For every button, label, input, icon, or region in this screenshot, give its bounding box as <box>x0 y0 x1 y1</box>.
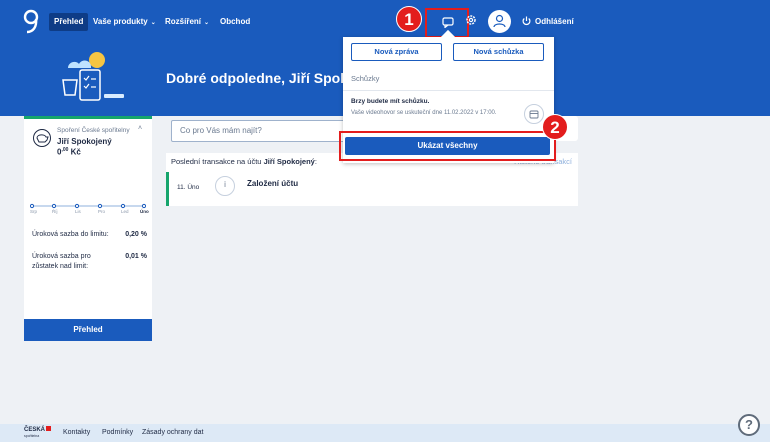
greeting-heading: Dobré odpoledne, Jiří Spokojený! <box>166 70 344 86</box>
account-card[interactable]: Spoření České spořitelny Jiří Spokojený … <box>24 116 152 341</box>
new-message-button[interactable]: Nová zpráva <box>351 43 442 61</box>
footer: ČESKÁ spořitelna Kontakty Podmínky Zásad… <box>0 424 770 442</box>
nav-item-label: Obchod <box>220 17 251 26</box>
rate-value: 0,01 % <box>125 253 147 260</box>
month-label: Pro <box>98 209 106 214</box>
balance-cents: ,00 <box>61 147 69 153</box>
month-label: Říj <box>52 209 58 214</box>
nav-item-produkty[interactable]: Vaše produkty ⌄ <box>88 13 161 31</box>
info-icon: i <box>215 176 235 196</box>
balance-currency: Kč <box>70 147 81 157</box>
footer-brand-sub: spořitelna <box>24 434 40 438</box>
calendar-icon[interactable] <box>524 104 544 124</box>
chevron-down-icon: ⌄ <box>204 20 210 26</box>
nav-item-label: Vaše produkty <box>93 17 148 26</box>
step-badge-2: 2 <box>542 114 568 140</box>
nav-item-obchod[interactable]: Obchod <box>215 13 255 31</box>
account-product: Spoření České spořitelny <box>57 127 130 134</box>
logo-icon[interactable] <box>21 9 43 35</box>
transaction-name: Založení účtu <box>247 179 299 188</box>
search-input[interactable]: Co pro Vás mám najít? <box>171 120 346 142</box>
nav-item-rozsireni[interactable]: Rozšíření ⌄ <box>160 13 214 31</box>
transaction-row[interactable]: 11. Úno i Založení účtu <box>166 172 578 206</box>
month-label: Úno <box>140 209 149 214</box>
transaction-date: 11. Úno <box>177 184 200 191</box>
rate-row: Úroková sazba do limitu: 0,20 % <box>32 230 147 240</box>
rate-value: 0,20 % <box>125 231 147 238</box>
transactions-header-prefix: Poslední transakce na účtu <box>171 157 262 166</box>
gear-icon[interactable] <box>465 14 477 26</box>
piggy-bank-icon <box>33 129 51 147</box>
nav-item-prehled[interactable]: Přehled <box>49 13 89 31</box>
footer-link-zasady[interactable]: Zásady ochrany dat <box>142 429 203 436</box>
top-navigation: Přehled Vaše produkty ⌄ Rozšíření ⌄ Obchod… <box>0 0 770 42</box>
help-icon[interactable]: ? <box>738 414 760 436</box>
logout-label: Odhlášení <box>535 17 574 26</box>
user-avatar[interactable] <box>488 10 511 33</box>
step-badge-1: 1 <box>396 6 422 32</box>
transactions-header-suffix: : <box>314 157 317 166</box>
account-overview-button[interactable]: Přehled <box>24 319 152 341</box>
rate-label: Úroková sazba pro zůstatek nad limit: <box>32 253 91 270</box>
new-meeting-button[interactable]: Nová schůzka <box>453 43 544 61</box>
footer-link-kontakty[interactable]: Kontakty <box>63 429 90 436</box>
account-owner: Jiří Spokojený <box>57 137 112 146</box>
nav-item-label: Rozšíření <box>165 17 202 26</box>
chevron-down-icon: ⌄ <box>150 20 156 26</box>
transactions-header: Poslední transakce na účtu Jiří Spokojen… <box>171 157 317 166</box>
footer-link-podminky[interactable]: Podmínky <box>102 429 133 436</box>
meeting-text: Vaše videohovor se uskuteční dne 11.02.2… <box>351 110 497 116</box>
month-label: Srp <box>30 209 38 214</box>
nav-item-label: Přehled <box>54 17 84 26</box>
user-icon <box>493 14 506 28</box>
power-icon <box>522 16 531 26</box>
meeting-title: Brzy budete mít schůzku. <box>351 98 430 105</box>
logout-button[interactable]: Odhlášení <box>522 13 574 31</box>
month-label: Led <box>121 209 129 214</box>
account-balance: 0,00 Kč <box>57 147 81 157</box>
chevron-up-icon[interactable]: ˄ <box>138 125 142 132</box>
rate-row: Úroková sazba pro zůstatek nad limit: 0,… <box>32 252 147 272</box>
show-all-highlight: Ukázat všechny <box>339 131 556 161</box>
chat-icon <box>442 17 454 28</box>
transactions-header-account: Jiří Spokojený <box>263 157 315 166</box>
divider <box>343 90 554 91</box>
weather-illustration-icon <box>62 52 124 101</box>
meetings-section-title: Schůzky <box>351 74 380 83</box>
rate-label: Úroková sazba do limitu: <box>32 231 109 238</box>
footer-logo: ČESKÁ spořitelna <box>24 426 52 439</box>
month-label: Lis <box>75 209 81 214</box>
show-all-button[interactable]: Ukázat všechny <box>345 137 550 155</box>
